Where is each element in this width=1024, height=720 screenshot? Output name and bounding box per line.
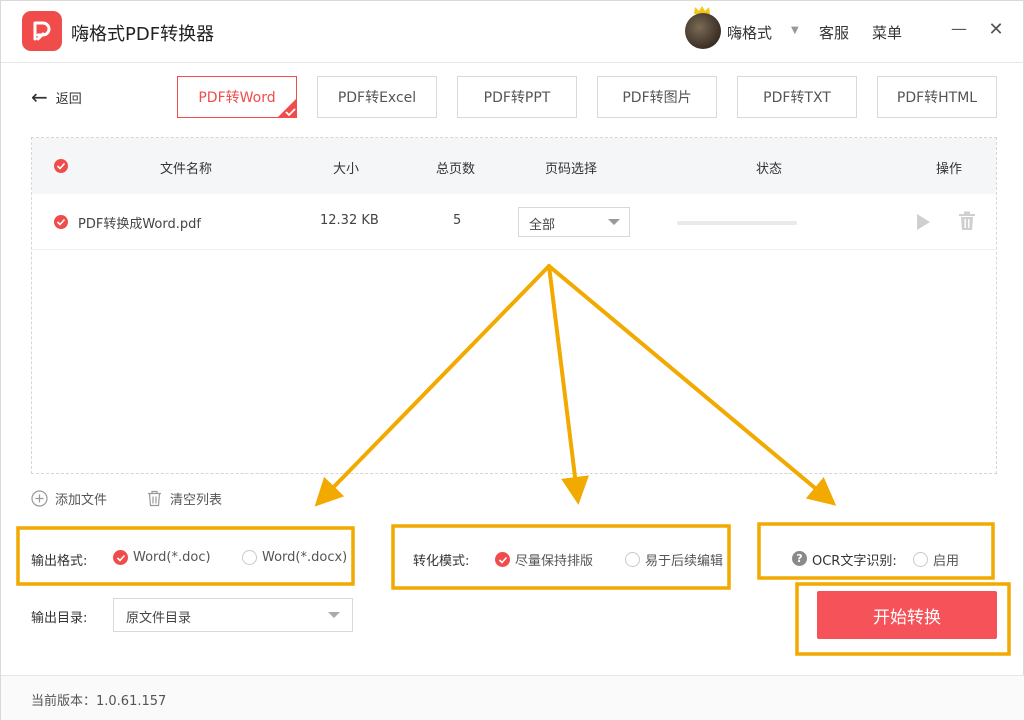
tab-label: PDF转图片 (622, 90, 692, 106)
page-range-value: 全部 (529, 218, 556, 233)
output-format-label: 输出格式: (31, 554, 88, 569)
back-label: 返回 (55, 91, 82, 107)
table-header: 文件名称 大小 总页数 页码选择 状态 操作 (32, 138, 996, 194)
mode-easy-edit-label: 易于后续编辑 (645, 554, 724, 569)
add-file-label: 添加文件 (55, 493, 108, 508)
ocr-label: OCR文字识别: (812, 554, 897, 569)
header-size: 大小 (333, 162, 360, 177)
user-name[interactable]: 嗨格式 (727, 22, 772, 43)
selected-check-icon (277, 98, 297, 118)
version-text: 当前版本：1.0.61.157 (31, 694, 167, 709)
ocr-enable-label: 启用 (933, 554, 960, 569)
tab-label: PDF转PPT (483, 90, 551, 106)
app-logo-icon (22, 11, 62, 51)
mode-easy-edit-radio[interactable]: 易于后续编辑 (625, 550, 723, 569)
row-checkbox[interactable] (54, 215, 68, 229)
page-range-select[interactable]: 全部 (518, 207, 630, 237)
tab-label: PDF转Word (198, 90, 276, 106)
chevron-down-icon (328, 612, 340, 618)
file-pages: 5 (453, 213, 462, 228)
back-button[interactable]: ← 返回 (31, 87, 82, 107)
help-icon[interactable]: ? (792, 551, 807, 566)
delete-icon[interactable] (958, 211, 976, 231)
header-page-select: 页码选择 (545, 162, 598, 177)
user-avatar[interactable] (685, 13, 721, 49)
ocr-enable-radio[interactable]: 启用 (913, 550, 959, 569)
back-arrow-icon: ← (31, 85, 48, 109)
tab-pdf-to-word[interactable]: PDF转Word (177, 76, 297, 118)
play-icon[interactable] (914, 212, 932, 232)
table-row: PDF转换成Word.pdf 12.32 KB 5 全部 (32, 194, 996, 250)
radio-unchecked-icon (242, 550, 257, 565)
app-title: 嗨格式PDF转换器 (71, 24, 215, 45)
format-docx-label: Word(*.docx) (262, 550, 348, 565)
output-dir-select[interactable]: 原文件目录 (113, 598, 353, 632)
user-dropdown-caret-icon[interactable]: ▼ (791, 25, 799, 36)
select-all-checkbox[interactable] (54, 159, 68, 173)
tab-pdf-to-excel[interactable]: PDF转Excel (317, 76, 437, 118)
format-docx-radio[interactable]: Word(*.docx) (242, 550, 347, 565)
header-status: 状态 (756, 162, 783, 177)
add-circle-icon (31, 490, 48, 507)
close-icon[interactable]: ✕ (986, 19, 1006, 40)
minimize-icon[interactable]: — (949, 19, 969, 39)
output-dir-value: 原文件目录 (126, 611, 192, 626)
tab-label: PDF转Excel (337, 90, 417, 106)
tab-label: PDF转HTML (896, 90, 978, 106)
status-footer: 当前版本：1.0.61.157 (1, 675, 1024, 720)
header-pages: 总页数 (436, 162, 476, 177)
chevron-down-icon (608, 219, 620, 225)
add-file-button[interactable]: 添加文件 (31, 489, 107, 508)
mode-keep-layout-radio[interactable]: 尽量保持排版 (495, 550, 593, 569)
header-action: 操作 (936, 162, 963, 177)
menu-button[interactable]: 菜单 (872, 22, 902, 43)
tab-pdf-to-html[interactable]: PDF转HTML (877, 76, 997, 118)
clear-list-button[interactable]: 清空列表 (146, 489, 222, 508)
tab-pdf-to-txt[interactable]: PDF转TXT (737, 76, 857, 118)
start-convert-button[interactable]: 开始转换 (817, 591, 997, 639)
app-window: 嗨格式PDF转换器 嗨格式 ▼ 客服 菜单 — ✕ ← 返回 PDF转Word … (0, 0, 1024, 720)
tab-pdf-to-ppt[interactable]: PDF转PPT (457, 76, 577, 118)
header-file-name: 文件名称 (160, 162, 213, 177)
radio-checked-icon (495, 552, 510, 567)
file-list: 文件名称 大小 总页数 页码选择 状态 操作 PDF转换成Word.pdf 12… (31, 137, 997, 474)
conversion-progress-bar (677, 221, 797, 225)
file-size: 12.32 KB (320, 213, 379, 228)
conversion-mode-label: 转化模式: (413, 554, 470, 569)
customer-service-button[interactable]: 客服 (819, 22, 849, 43)
format-doc-radio[interactable]: Word(*.doc) (113, 550, 211, 565)
file-name: PDF转换成Word.pdf (78, 217, 201, 232)
output-dir-label: 输出目录: (31, 611, 88, 626)
tab-pdf-to-image[interactable]: PDF转图片 (597, 76, 717, 118)
mode-keep-layout-label: 尽量保持排版 (515, 554, 594, 569)
trash-icon (148, 490, 161, 507)
radio-checked-icon (113, 550, 128, 565)
tab-label: PDF转TXT (763, 90, 831, 106)
radio-unchecked-icon (625, 552, 640, 567)
clear-list-label: 清空列表 (170, 493, 223, 508)
format-doc-label: Word(*.doc) (133, 550, 211, 565)
title-bar: 嗨格式PDF转换器 嗨格式 ▼ 客服 菜单 — ✕ (1, 1, 1024, 63)
radio-unchecked-icon (913, 552, 928, 567)
